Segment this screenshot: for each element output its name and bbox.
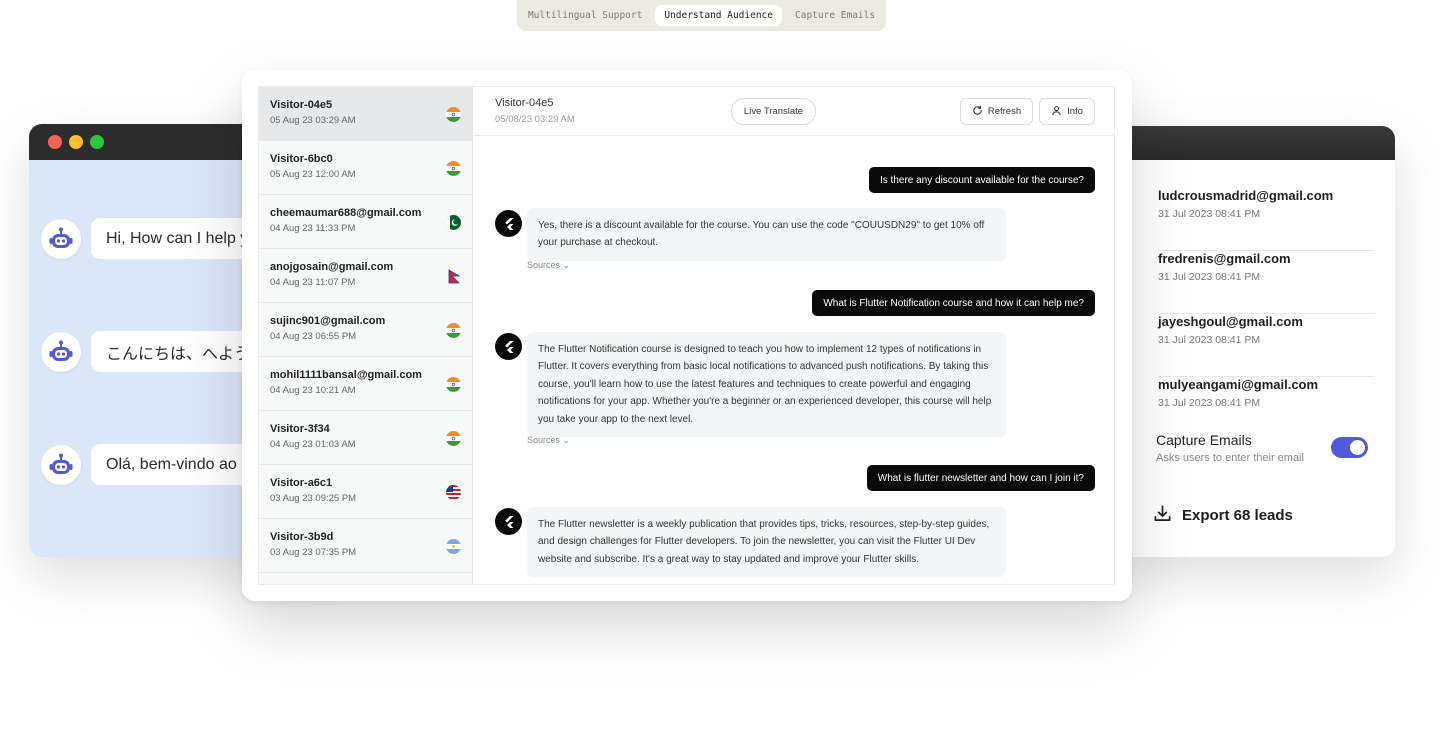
user-icon — [1051, 105, 1062, 119]
chevron-down-icon: ⌄ — [562, 260, 571, 270]
lead-email: jayeshgoul@gmail.com — [1158, 314, 1303, 329]
visitor-time: 04 Aug 23 11:07 PM — [270, 277, 356, 288]
usa-flag-icon — [446, 485, 461, 500]
visitor-name: Visitor-a6c1 — [270, 477, 333, 489]
lead-email: fredrenis@gmail.com — [1158, 251, 1291, 266]
visitor-time: 04 Aug 23 10:21 AM — [270, 385, 356, 396]
flutter-bot-icon — [495, 333, 522, 360]
india-flag-icon — [446, 377, 461, 392]
sources-label: Sources — [527, 435, 561, 445]
visitor-time: 04 Aug 23 01:03 AM — [270, 439, 356, 450]
close-window-dot[interactable] — [48, 135, 62, 149]
maximize-window-dot[interactable] — [90, 135, 104, 149]
pakistan-flag-icon — [446, 215, 461, 230]
flutter-bot-icon — [495, 210, 522, 237]
dashboard-panel: Visitor-04e5 05 Aug 23 03:29 AM Visitor-… — [258, 86, 1115, 585]
capture-emails-toggle[interactable] — [1331, 437, 1368, 458]
visitor-time: 04 Aug 23 06:55 PM — [270, 331, 357, 342]
lead-date: 31 Jul 2023 08:41 PM — [1158, 271, 1261, 283]
sources-toggle[interactable]: Sources ⌄ — [527, 260, 570, 271]
refresh-icon — [972, 105, 983, 119]
visitor-list-item[interactable]: Visitor-a6c1 03 Aug 23 09:25 PM — [259, 465, 473, 519]
visitor-time: 05 Aug 23 03:29 AM — [270, 115, 356, 126]
tab-capture-emails[interactable]: Capture Emails — [786, 5, 884, 26]
sources-toggle[interactable]: Sources ⌄ — [527, 435, 570, 446]
visitor-name: cheemaumar688@gmail.com — [270, 207, 422, 219]
bot-message: The Flutter Notification course is desig… — [527, 332, 1006, 438]
nepal-flag-icon — [446, 269, 461, 284]
lead-date: 31 Jul 2023 08:41 PM — [1158, 334, 1261, 346]
visitor-list-item[interactable]: cheemaumar688@gmail.com 04 Aug 23 11:33 … — [259, 195, 473, 249]
visitor-time: 03 Aug 23 07:35 PM — [270, 547, 357, 558]
refresh-label: Refresh — [987, 106, 1022, 117]
window-titlebar — [1115, 126, 1395, 160]
feature-tab-bar: Multilingual Support Understand Audience… — [517, 0, 886, 31]
toggle-knob — [1350, 440, 1365, 455]
live-translate-button[interactable]: Live Translate — [731, 98, 816, 125]
india-flag-icon — [446, 431, 461, 446]
lead-email: ludcrousmadrid@gmail.com — [1158, 188, 1334, 203]
india-flag-icon — [446, 161, 461, 176]
chat-conversation: Visitor-04e5 05/08/23 03:29 AM Live Tran… — [474, 87, 1114, 584]
visitor-time: 03 Aug 23 09:25 PM — [270, 493, 357, 504]
india-flag-icon — [446, 323, 461, 338]
lead-date: 31 Jul 2023 08:41 PM — [1158, 397, 1261, 409]
visitor-list-item[interactable]: mohil1111bansal@gmail.com 04 Aug 23 10:2… — [259, 357, 473, 411]
tab-multilingual-support[interactable]: Multilingual Support — [519, 5, 651, 26]
visitor-name: Visitor-04e5 — [270, 99, 333, 111]
visitor-name: Visitor-3b9d — [270, 531, 334, 543]
visitor-list-item[interactable]: Visitor-3f34 04 Aug 23 01:03 AM — [259, 411, 473, 465]
visitor-name: Visitor-3f34 — [270, 423, 330, 435]
lead-date: 31 Jul 2023 08:41 PM — [1158, 208, 1261, 220]
audience-dashboard-window: Visitor-04e5 05 Aug 23 03:29 AM Visitor-… — [242, 70, 1132, 601]
info-label: Info — [1067, 106, 1083, 117]
conversation-time: 05/08/23 03:29 AM — [495, 114, 575, 125]
visitor-list-item[interactable]: Visitor-3b9d 03 Aug 23 07:35 PM — [259, 519, 473, 573]
india-flag-icon — [446, 107, 461, 122]
visitor-list-item[interactable]: Visitor-6bc0 05 Aug 23 12:00 AM — [259, 141, 473, 195]
tab-understand-audience[interactable]: Understand Audience — [655, 5, 782, 26]
bot-message: Yes, there is a discount available for t… — [527, 208, 1006, 261]
visitor-name: Visitor-6bc0 — [270, 153, 333, 165]
export-leads-button[interactable]: Export 68 leads — [1153, 504, 1293, 527]
robot-avatar-icon — [41, 444, 81, 485]
visitor-list-item[interactable]: Visitor-04e5 05 Aug 23 03:29 AM — [259, 87, 473, 141]
argentina-flag-icon — [446, 539, 461, 554]
live-translate-label: Live Translate — [743, 106, 804, 117]
refresh-button[interactable]: Refresh — [960, 98, 1033, 125]
visitor-time: 05 Aug 23 12:00 AM — [270, 169, 356, 180]
chat-header: Visitor-04e5 05/08/23 03:29 AM Live Tran… — [474, 87, 1114, 136]
info-button[interactable]: Info — [1039, 98, 1095, 125]
captured-emails-window: ludcrousmadrid@gmail.com 31 Jul 2023 08:… — [1115, 126, 1395, 557]
bot-message: The Flutter newsletter is a weekly publi… — [527, 507, 1006, 578]
visitor-list-item[interactable]: anojgosain@gmail.com 04 Aug 23 11:07 PM — [259, 249, 473, 303]
conversation-visitor-name: Visitor-04e5 — [495, 97, 554, 109]
visitor-list: Visitor-04e5 05 Aug 23 03:29 AM Visitor-… — [259, 87, 473, 584]
chevron-down-icon: ⌄ — [562, 435, 571, 445]
minimize-window-dot[interactable] — [69, 135, 83, 149]
visitor-time: 04 Aug 23 11:33 PM — [270, 223, 356, 234]
robot-avatar-icon — [41, 331, 81, 372]
sources-label: Sources — [527, 260, 561, 270]
user-message: Is there any discount available for the … — [868, 167, 1095, 193]
download-icon — [1153, 504, 1172, 527]
lead-email: mulyeangami@gmail.com — [1158, 377, 1319, 392]
flutter-bot-icon — [495, 508, 522, 535]
user-message: What is Flutter Notification course and … — [812, 290, 1095, 316]
lead-item[interactable]: jayeshgoul@gmail.com 31 Jul 2023 08:41 P… — [1158, 314, 1374, 377]
robot-avatar-icon — [41, 218, 81, 259]
lead-item[interactable]: fredrenis@gmail.com 31 Jul 2023 08:41 PM — [1158, 251, 1374, 314]
export-leads-label: Export 68 leads — [1182, 507, 1293, 524]
lead-item[interactable]: ludcrousmadrid@gmail.com 31 Jul 2023 08:… — [1158, 188, 1374, 251]
visitor-name: mohil1111bansal@gmail.com — [270, 369, 422, 381]
lead-item[interactable]: mulyeangami@gmail.com 31 Jul 2023 08:41 … — [1158, 377, 1374, 440]
user-message: What is flutter newsletter and how can I… — [866, 465, 1095, 491]
visitor-name: sujinc901@gmail.com — [270, 315, 386, 327]
visitor-name: anojgosain@gmail.com — [270, 261, 394, 273]
visitor-list-item[interactable]: sujinc901@gmail.com 04 Aug 23 06:55 PM — [259, 303, 473, 357]
